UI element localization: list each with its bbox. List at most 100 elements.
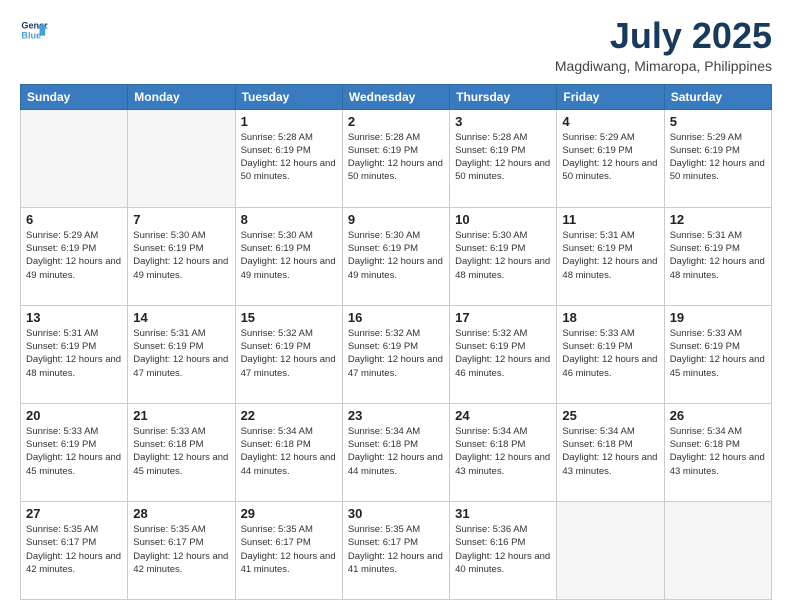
day-number: 31: [455, 506, 551, 521]
calendar-cell: 4Sunrise: 5:29 AM Sunset: 6:19 PM Daylig…: [557, 109, 664, 207]
day-number: 3: [455, 114, 551, 129]
calendar-cell: 19Sunrise: 5:33 AM Sunset: 6:19 PM Dayli…: [664, 305, 771, 403]
day-info: Sunrise: 5:29 AM Sunset: 6:19 PM Dayligh…: [26, 229, 122, 282]
calendar-cell: 28 Sunrise: 5:35 AM Sunset: 6:17 PM Dayli…: [128, 501, 235, 599]
calendar-cell: 14 Sunrise: 5:31 AM Sunset: 6:19 PM Dayli…: [128, 305, 235, 403]
calendar-cell: 17 Sunrise: 5:32 AM Sunset: 6:19 PM Dayli…: [450, 305, 557, 403]
calendar-cell: 9 Sunrise: 5:30 AM Sunset: 6:19 PM Daylig…: [342, 207, 449, 305]
calendar-cell: 26 Sunrise: 5:34 AM Sunset: 6:18 PM Dayli…: [664, 403, 771, 501]
calendar-header-row: Sunday Monday Tuesday Wednesday Thursday…: [21, 84, 772, 109]
day-number: 17: [455, 310, 551, 325]
calendar-cell: 18Sunrise: 5:33 AM Sunset: 6:19 PM Dayli…: [557, 305, 664, 403]
calendar-cell: 24Sunrise: 5:34 AM Sunset: 6:18 PM Dayli…: [450, 403, 557, 501]
day-number: 24: [455, 408, 551, 423]
day-number: 12: [670, 212, 766, 227]
calendar-cell: 5 Sunrise: 5:29 AM Sunset: 6:19 PM Daylig…: [664, 109, 771, 207]
day-number: 25: [562, 408, 658, 423]
calendar-cell: 22 Sunrise: 5:34 AM Sunset: 6:18 PM Dayli…: [235, 403, 342, 501]
calendar-table: Sunday Monday Tuesday Wednesday Thursday…: [20, 84, 772, 600]
day-number: 15: [241, 310, 337, 325]
day-info: Sunrise: 5:35 AM Sunset: 6:17 PM Dayligh…: [241, 523, 337, 576]
day-number: 6: [26, 212, 122, 227]
day-info: Sunrise: 5:30 AM Sunset: 6:19 PM Dayligh…: [133, 229, 229, 282]
day-info: Sunrise: 5:35 AM Sunset: 6:17 PM Dayligh…: [26, 523, 122, 576]
calendar-cell: 11 Sunrise: 5:31 AM Sunset: 6:19 PM Dayli…: [557, 207, 664, 305]
day-info: Sunrise: 5:35 AM Sunset: 6:17 PM Dayligh…: [133, 523, 229, 576]
day-info: Sunrise: 5:33 AM Sunset: 6:18 PM Dayligh…: [133, 425, 229, 478]
day-number: 10: [455, 212, 551, 227]
day-number: 11: [562, 212, 658, 227]
col-saturday: Saturday: [664, 84, 771, 109]
title-location: Magdiwang, Mimaropa, Philippines: [555, 58, 772, 74]
calendar-cell: [21, 109, 128, 207]
day-info: Sunrise: 5:31 AM Sunset: 6:19 PM Dayligh…: [670, 229, 766, 282]
day-number: 23: [348, 408, 444, 423]
calendar-cell: 21Sunrise: 5:33 AM Sunset: 6:18 PM Dayli…: [128, 403, 235, 501]
calendar-cell: 7 Sunrise: 5:30 AM Sunset: 6:19 PM Daylig…: [128, 207, 235, 305]
day-number: 5: [670, 114, 766, 129]
day-info: Sunrise: 5:32 AM Sunset: 6:19 PM Dayligh…: [455, 327, 551, 380]
calendar-cell: 1 Sunrise: 5:28 AM Sunset: 6:19 PM Daylig…: [235, 109, 342, 207]
day-number: 27: [26, 506, 122, 521]
calendar-cell: 23 Sunrise: 5:34 AM Sunset: 6:18 PM Dayli…: [342, 403, 449, 501]
calendar-cell: 10Sunrise: 5:30 AM Sunset: 6:19 PM Dayli…: [450, 207, 557, 305]
day-info: Sunrise: 5:29 AM Sunset: 6:19 PM Dayligh…: [670, 131, 766, 184]
day-number: 7: [133, 212, 229, 227]
logo-icon: General Blue: [20, 16, 48, 44]
day-number: 20: [26, 408, 122, 423]
page: General Blue July 2025 Magdiwang, Mimaro…: [0, 0, 792, 612]
day-number: 9: [348, 212, 444, 227]
calendar-cell: 3Sunrise: 5:28 AM Sunset: 6:19 PM Daylig…: [450, 109, 557, 207]
day-number: 26: [670, 408, 766, 423]
calendar-cell: 27 Sunrise: 5:35 AM Sunset: 6:17 PM Dayli…: [21, 501, 128, 599]
day-info: Sunrise: 5:30 AM Sunset: 6:19 PM Dayligh…: [241, 229, 337, 282]
calendar-week-4: 27 Sunrise: 5:35 AM Sunset: 6:17 PM Dayli…: [21, 501, 772, 599]
calendar-cell: 30 Sunrise: 5:35 AM Sunset: 6:17 PM Dayli…: [342, 501, 449, 599]
svg-text:Blue: Blue: [21, 30, 41, 40]
calendar-cell: [128, 109, 235, 207]
calendar-cell: [664, 501, 771, 599]
day-number: 29: [241, 506, 337, 521]
calendar-week-3: 20Sunrise: 5:33 AM Sunset: 6:19 PM Dayli…: [21, 403, 772, 501]
calendar-cell: 2 Sunrise: 5:28 AM Sunset: 6:19 PM Daylig…: [342, 109, 449, 207]
day-number: 1: [241, 114, 337, 129]
day-info: Sunrise: 5:32 AM Sunset: 6:19 PM Dayligh…: [241, 327, 337, 380]
day-number: 13: [26, 310, 122, 325]
day-number: 2: [348, 114, 444, 129]
calendar-cell: 8Sunrise: 5:30 AM Sunset: 6:19 PM Daylig…: [235, 207, 342, 305]
day-info: Sunrise: 5:32 AM Sunset: 6:19 PM Dayligh…: [348, 327, 444, 380]
calendar-cell: 15 Sunrise: 5:32 AM Sunset: 6:19 PM Dayli…: [235, 305, 342, 403]
calendar-week-1: 6 Sunrise: 5:29 AM Sunset: 6:19 PM Daylig…: [21, 207, 772, 305]
calendar-cell: 16 Sunrise: 5:32 AM Sunset: 6:19 PM Dayli…: [342, 305, 449, 403]
day-info: Sunrise: 5:34 AM Sunset: 6:18 PM Dayligh…: [241, 425, 337, 478]
title-block: July 2025 Magdiwang, Mimaropa, Philippin…: [555, 16, 772, 74]
day-number: 14: [133, 310, 229, 325]
calendar-cell: 12 Sunrise: 5:31 AM Sunset: 6:19 PM Dayli…: [664, 207, 771, 305]
day-info: Sunrise: 5:30 AM Sunset: 6:19 PM Dayligh…: [348, 229, 444, 282]
calendar-cell: 6 Sunrise: 5:29 AM Sunset: 6:19 PM Daylig…: [21, 207, 128, 305]
calendar-week-2: 13 Sunrise: 5:31 AM Sunset: 6:19 PM Dayli…: [21, 305, 772, 403]
day-info: Sunrise: 5:31 AM Sunset: 6:19 PM Dayligh…: [133, 327, 229, 380]
day-info: Sunrise: 5:28 AM Sunset: 6:19 PM Dayligh…: [241, 131, 337, 184]
day-info: Sunrise: 5:28 AM Sunset: 6:19 PM Dayligh…: [348, 131, 444, 184]
day-info: Sunrise: 5:34 AM Sunset: 6:18 PM Dayligh…: [562, 425, 658, 478]
day-info: Sunrise: 5:34 AM Sunset: 6:18 PM Dayligh…: [348, 425, 444, 478]
day-info: Sunrise: 5:31 AM Sunset: 6:19 PM Dayligh…: [562, 229, 658, 282]
day-number: 30: [348, 506, 444, 521]
col-monday: Monday: [128, 84, 235, 109]
col-wednesday: Wednesday: [342, 84, 449, 109]
col-sunday: Sunday: [21, 84, 128, 109]
calendar-cell: 25 Sunrise: 5:34 AM Sunset: 6:18 PM Dayli…: [557, 403, 664, 501]
day-info: Sunrise: 5:34 AM Sunset: 6:18 PM Dayligh…: [670, 425, 766, 478]
day-info: Sunrise: 5:33 AM Sunset: 6:19 PM Dayligh…: [670, 327, 766, 380]
header: General Blue July 2025 Magdiwang, Mimaro…: [20, 16, 772, 74]
day-info: Sunrise: 5:35 AM Sunset: 6:17 PM Dayligh…: [348, 523, 444, 576]
day-number: 28: [133, 506, 229, 521]
logo: General Blue: [20, 16, 48, 44]
col-friday: Friday: [557, 84, 664, 109]
col-thursday: Thursday: [450, 84, 557, 109]
day-info: Sunrise: 5:36 AM Sunset: 6:16 PM Dayligh…: [455, 523, 551, 576]
day-number: 22: [241, 408, 337, 423]
day-number: 16: [348, 310, 444, 325]
day-info: Sunrise: 5:33 AM Sunset: 6:19 PM Dayligh…: [562, 327, 658, 380]
